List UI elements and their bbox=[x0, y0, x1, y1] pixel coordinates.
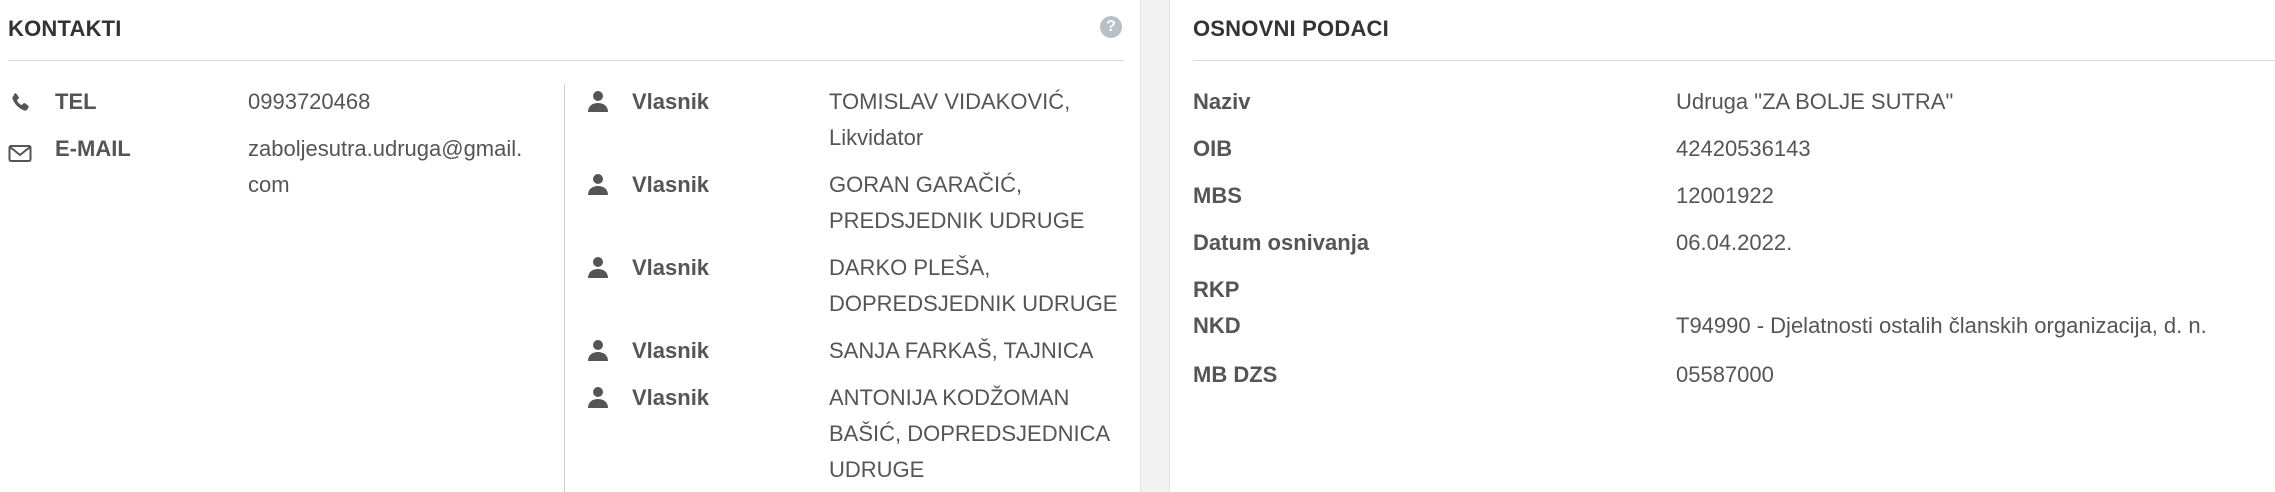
basic-data-row: RKP bbox=[1193, 272, 2273, 308]
contacts-header-divider bbox=[8, 60, 1124, 61]
owner-role: Vlasnik bbox=[632, 172, 710, 197]
basic-data-value: Udruga "ZA BOLJE SUTRA" bbox=[1676, 89, 1954, 114]
email-label: E-MAIL bbox=[55, 136, 131, 161]
owner-name-line2: DOPREDSJEDNIK UDRUGE bbox=[829, 291, 1118, 316]
basic-data-label: MBS bbox=[1193, 183, 1242, 208]
basic-data-row: Naziv Udruga "ZA BOLJE SUTRA" bbox=[1193, 84, 2273, 120]
basic-data-label: Naziv bbox=[1193, 89, 1251, 114]
owner-name-line1: ANTONIJA KODŽOMAN bbox=[829, 385, 1070, 410]
basic-data-panel: OSNOVNI PODACI Naziv Udruga "ZA BOLJE SU… bbox=[1170, 0, 2275, 492]
basic-data-row: Datum osnivanja 06.04.2022. bbox=[1193, 225, 2273, 261]
email-row: E-MAIL zaboljesutra.udruga@gmail. com bbox=[0, 131, 560, 203]
owner-name-line2: PREDSJEDNIK UDRUGE bbox=[829, 208, 1085, 233]
contacts-column-divider bbox=[564, 84, 565, 492]
basic-data-row: NKD T94990 - Djelatnosti ostalih članski… bbox=[1193, 308, 2273, 344]
contacts-panel: KONTAKTI ? TEL 0993720468 E-MAIL zabolje… bbox=[0, 0, 1128, 492]
owner-name-line1: DARKO PLEŠA, bbox=[829, 255, 991, 280]
basic-data-title: OSNOVNI PODACI bbox=[1193, 16, 1389, 41]
panel-separator bbox=[1140, 0, 1170, 492]
owner-name-line2: Likvidator bbox=[829, 125, 924, 150]
owner-name-line2: BAŠIĆ, DOPREDSJEDNICA bbox=[829, 421, 1111, 446]
basic-data-label: NKD bbox=[1193, 313, 1241, 338]
basic-data-value: 05587000 bbox=[1676, 362, 1774, 387]
owner-item: Vlasnik SANJA FARKAŠ, TAJNICA bbox=[580, 333, 1128, 369]
contacts-title: KONTAKTI bbox=[8, 16, 122, 41]
owner-item: Vlasnik ANTONIJA KODŽOMAN BAŠIĆ, DOPREDS… bbox=[580, 380, 1128, 488]
user-icon bbox=[586, 337, 610, 373]
envelope-icon bbox=[8, 139, 32, 175]
basic-data-value: 42420536143 bbox=[1676, 136, 1811, 161]
owner-role: Vlasnik bbox=[632, 255, 710, 280]
basic-data-label: MB DZS bbox=[1193, 362, 1278, 387]
basic-data-label: OIB bbox=[1193, 136, 1233, 161]
owner-role: Vlasnik bbox=[632, 385, 710, 410]
basic-data-value: 12001922 bbox=[1676, 183, 1774, 208]
owner-role: Vlasnik bbox=[632, 338, 710, 363]
basic-data-label: Datum osnivanja bbox=[1193, 230, 1370, 255]
phone-icon bbox=[8, 90, 32, 126]
phone-row: TEL 0993720468 bbox=[0, 84, 560, 120]
owner-name-line3: UDRUGE bbox=[829, 457, 925, 482]
owner-name-line1: SANJA FARKAŠ, TAJNICA bbox=[829, 338, 1094, 363]
user-icon bbox=[586, 254, 610, 290]
owner-item: Vlasnik GORAN GARAČIĆ, PREDSJEDNIK UDRUG… bbox=[580, 167, 1128, 239]
user-icon bbox=[586, 171, 610, 207]
phone-value[interactable]: 0993720468 bbox=[248, 84, 370, 120]
email-value-line1[interactable]: zaboljesutra.udruga@gmail. bbox=[248, 131, 522, 167]
basic-data-header-divider bbox=[1193, 60, 2275, 61]
email-value-line2[interactable]: com bbox=[248, 167, 290, 203]
user-icon bbox=[586, 384, 610, 420]
owner-item: Vlasnik DARKO PLEŠA, DOPREDSJEDNIK UDRUG… bbox=[580, 250, 1128, 322]
owner-role: Vlasnik bbox=[632, 89, 710, 114]
user-icon bbox=[586, 88, 610, 124]
owner-name-line1: GORAN GARAČIĆ, bbox=[829, 172, 1023, 197]
basic-data-row: MB DZS 05587000 bbox=[1193, 357, 2273, 393]
basic-data-label: RKP bbox=[1193, 277, 1240, 302]
company-details-page: KONTAKTI ? TEL 0993720468 E-MAIL zabolje… bbox=[0, 0, 2275, 492]
question-circle-icon[interactable]: ? bbox=[1100, 16, 1122, 38]
basic-data-row: MBS 12001922 bbox=[1193, 178, 2273, 214]
basic-data-value: T94990 - Djelatnosti ostalih članskih or… bbox=[1676, 313, 2207, 338]
owner-name-line1: TOMISLAV VIDAKOVIĆ, bbox=[829, 89, 1071, 114]
phone-label: TEL bbox=[55, 89, 97, 114]
basic-data-row: OIB 42420536143 bbox=[1193, 131, 2273, 167]
owner-item: Vlasnik TOMISLAV VIDAKOVIĆ, Likvidator bbox=[580, 84, 1128, 156]
basic-data-value: 06.04.2022. bbox=[1676, 230, 1793, 255]
